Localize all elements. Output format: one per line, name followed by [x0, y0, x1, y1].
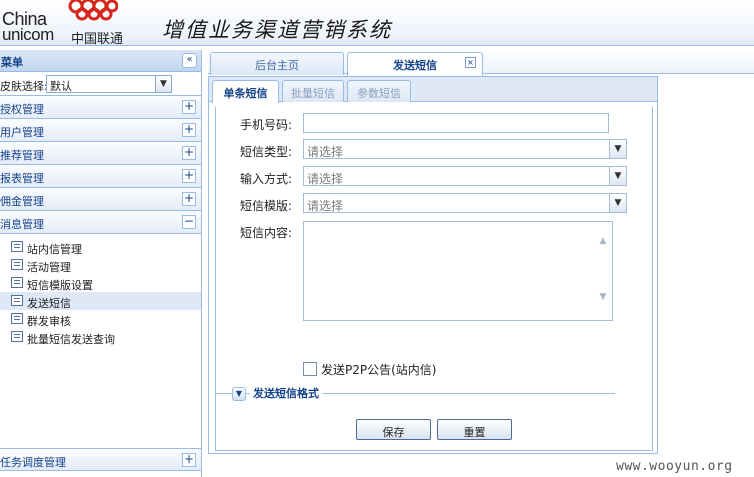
menu-header: 菜单 «	[0, 50, 201, 72]
menu-title: 菜单	[1, 56, 23, 69]
sidebar-item-label: 短信模版设置	[27, 279, 93, 292]
sidebar-section-reports[interactable]: 报表管理 +	[0, 165, 201, 188]
content-label: 短信内容:	[240, 226, 293, 240]
section-label: 用户管理	[0, 126, 44, 139]
p2p-checkbox[interactable]	[303, 362, 317, 376]
scroll-down-icon[interactable]: ▼	[597, 292, 609, 302]
section-label: 授权管理	[0, 103, 44, 116]
tab-bar: 后台主页 发送短信 ×	[208, 50, 754, 76]
tab-label: 单条短信	[223, 87, 268, 100]
sidebar-item-send-sms[interactable]: 发送短信	[0, 292, 201, 310]
list-icon	[11, 313, 23, 324]
sidebar-item-activity[interactable]: 活动管理	[0, 256, 201, 274]
section-label: 佣金管理	[0, 195, 44, 208]
expand-icon[interactable]: +	[182, 192, 196, 206]
tab-label: 批量短信	[291, 87, 335, 100]
template-label: 短信模版:	[240, 199, 293, 213]
close-icon[interactable]: ×	[465, 57, 476, 68]
tab-home[interactable]: 后台主页	[210, 52, 344, 75]
sidebar-section-auth[interactable]: 授权管理 +	[0, 96, 201, 119]
select-value: 请选择	[307, 145, 344, 159]
sms-type-label: 短信类型:	[240, 145, 293, 159]
logo-text-unicom: unicom	[2, 25, 54, 44]
logo-text-cn: 中国联通	[71, 32, 124, 47]
button-label: 重置	[463, 426, 486, 439]
list-icon	[11, 277, 23, 288]
tab-label: 参数短信	[357, 87, 401, 100]
watermark: www.wooyun.org	[616, 459, 733, 474]
sidebar-item-batch-query[interactable]: 批量短信发送查询	[0, 328, 201, 346]
input-mode-select[interactable]: 请选择 ▼	[303, 166, 627, 186]
sidebar-item-label: 群发审核	[27, 315, 71, 328]
section-label: 任务调度管理	[0, 456, 66, 469]
tab-param-sms[interactable]: 参数短信	[347, 80, 411, 102]
tab-batch-sms[interactable]: 批量短信	[282, 80, 344, 102]
phone-input[interactable]	[303, 113, 609, 133]
phone-label: 手机号码:	[240, 118, 293, 132]
skin-value: 默认	[50, 80, 72, 93]
app-header: China unicom 中国联通 增值业务渠道营销系统	[0, 0, 754, 47]
sidebar-item-label: 发送短信	[27, 297, 71, 310]
sidebar-menu: 菜单 « 皮肤选择: 默认 ▼ 授权管理 + 用户管理 + 推荐管理 + 报表管…	[0, 50, 202, 477]
input-mode-label: 输入方式:	[240, 172, 293, 186]
sidebar-item-sms-template[interactable]: 短信模版设置	[0, 274, 201, 292]
sidebar-item-mass-review[interactable]: 群发审核	[0, 310, 201, 328]
reset-button[interactable]: 重置	[437, 419, 512, 440]
sidebar-section-recommend[interactable]: 推荐管理 +	[0, 142, 201, 165]
sidebar-section-scheduler[interactable]: 任务调度管理 +	[0, 448, 201, 471]
sms-subtabs: 单条短信 批量短信 参数短信	[209, 77, 657, 103]
p2p-label: 发送P2P公告(站内信)	[321, 363, 437, 377]
expand-icon[interactable]: +	[182, 123, 196, 137]
sidebar-section-commission[interactable]: 佣金管理 +	[0, 188, 201, 211]
sms-format-section-label: 发送短信格式	[250, 385, 322, 401]
chevron-down-icon[interactable]: ▼	[609, 140, 626, 158]
skin-row: 皮肤选择: 默认 ▼	[0, 72, 201, 96]
expand-icon[interactable]: +	[182, 100, 196, 114]
select-value: 请选择	[307, 199, 344, 213]
list-icon	[11, 259, 23, 270]
save-button[interactable]: 保存	[356, 419, 431, 440]
collapse-sidebar-button[interactable]: «	[182, 53, 197, 68]
skin-label: 皮肤选择:	[0, 80, 48, 93]
tab-send-sms[interactable]: 发送短信 ×	[347, 52, 483, 76]
section-label: 推荐管理	[0, 149, 44, 162]
list-icon	[11, 295, 23, 306]
unicom-knot-icon	[68, 0, 118, 21]
chevron-down-icon[interactable]: ▼	[232, 387, 246, 401]
tab-single-sms[interactable]: 单条短信	[212, 80, 279, 103]
expand-icon[interactable]: +	[182, 169, 196, 183]
collapse-icon[interactable]: −	[182, 215, 196, 229]
scroll-up-icon[interactable]: ▲	[597, 236, 609, 246]
expand-icon[interactable]: +	[182, 146, 196, 160]
list-icon	[11, 331, 23, 342]
sms-type-select[interactable]: 请选择 ▼	[303, 139, 627, 159]
content-textarea[interactable]	[303, 221, 613, 321]
chevron-down-icon[interactable]: ▼	[609, 167, 626, 185]
sidebar-section-users[interactable]: 用户管理 +	[0, 119, 201, 142]
sidebar-item-label: 站内信管理	[27, 243, 82, 256]
sidebar-item-label: 活动管理	[27, 261, 71, 274]
list-icon	[11, 241, 23, 252]
skin-select[interactable]: 默认 ▼	[46, 75, 172, 93]
section-label: 报表管理	[0, 172, 44, 185]
unicom-logo: China unicom 中国联通	[0, 0, 130, 47]
section-label: 消息管理	[0, 218, 44, 231]
sidebar-item-inbox[interactable]: 站内信管理	[0, 238, 201, 256]
select-value: 请选择	[307, 172, 344, 186]
tab-label: 发送短信	[393, 59, 437, 72]
template-select[interactable]: 请选择 ▼	[303, 193, 627, 213]
chevron-down-icon[interactable]: ▼	[155, 76, 171, 92]
sidebar-section-messages[interactable]: 消息管理 −	[0, 211, 201, 234]
system-title: 增值业务渠道营销系统	[162, 18, 392, 42]
tab-label: 后台主页	[255, 59, 299, 72]
expand-icon[interactable]: +	[182, 453, 196, 467]
chevron-down-icon[interactable]: ▼	[609, 194, 626, 212]
sidebar-item-label: 批量短信发送查询	[27, 333, 115, 346]
button-label: 保存	[382, 426, 405, 439]
